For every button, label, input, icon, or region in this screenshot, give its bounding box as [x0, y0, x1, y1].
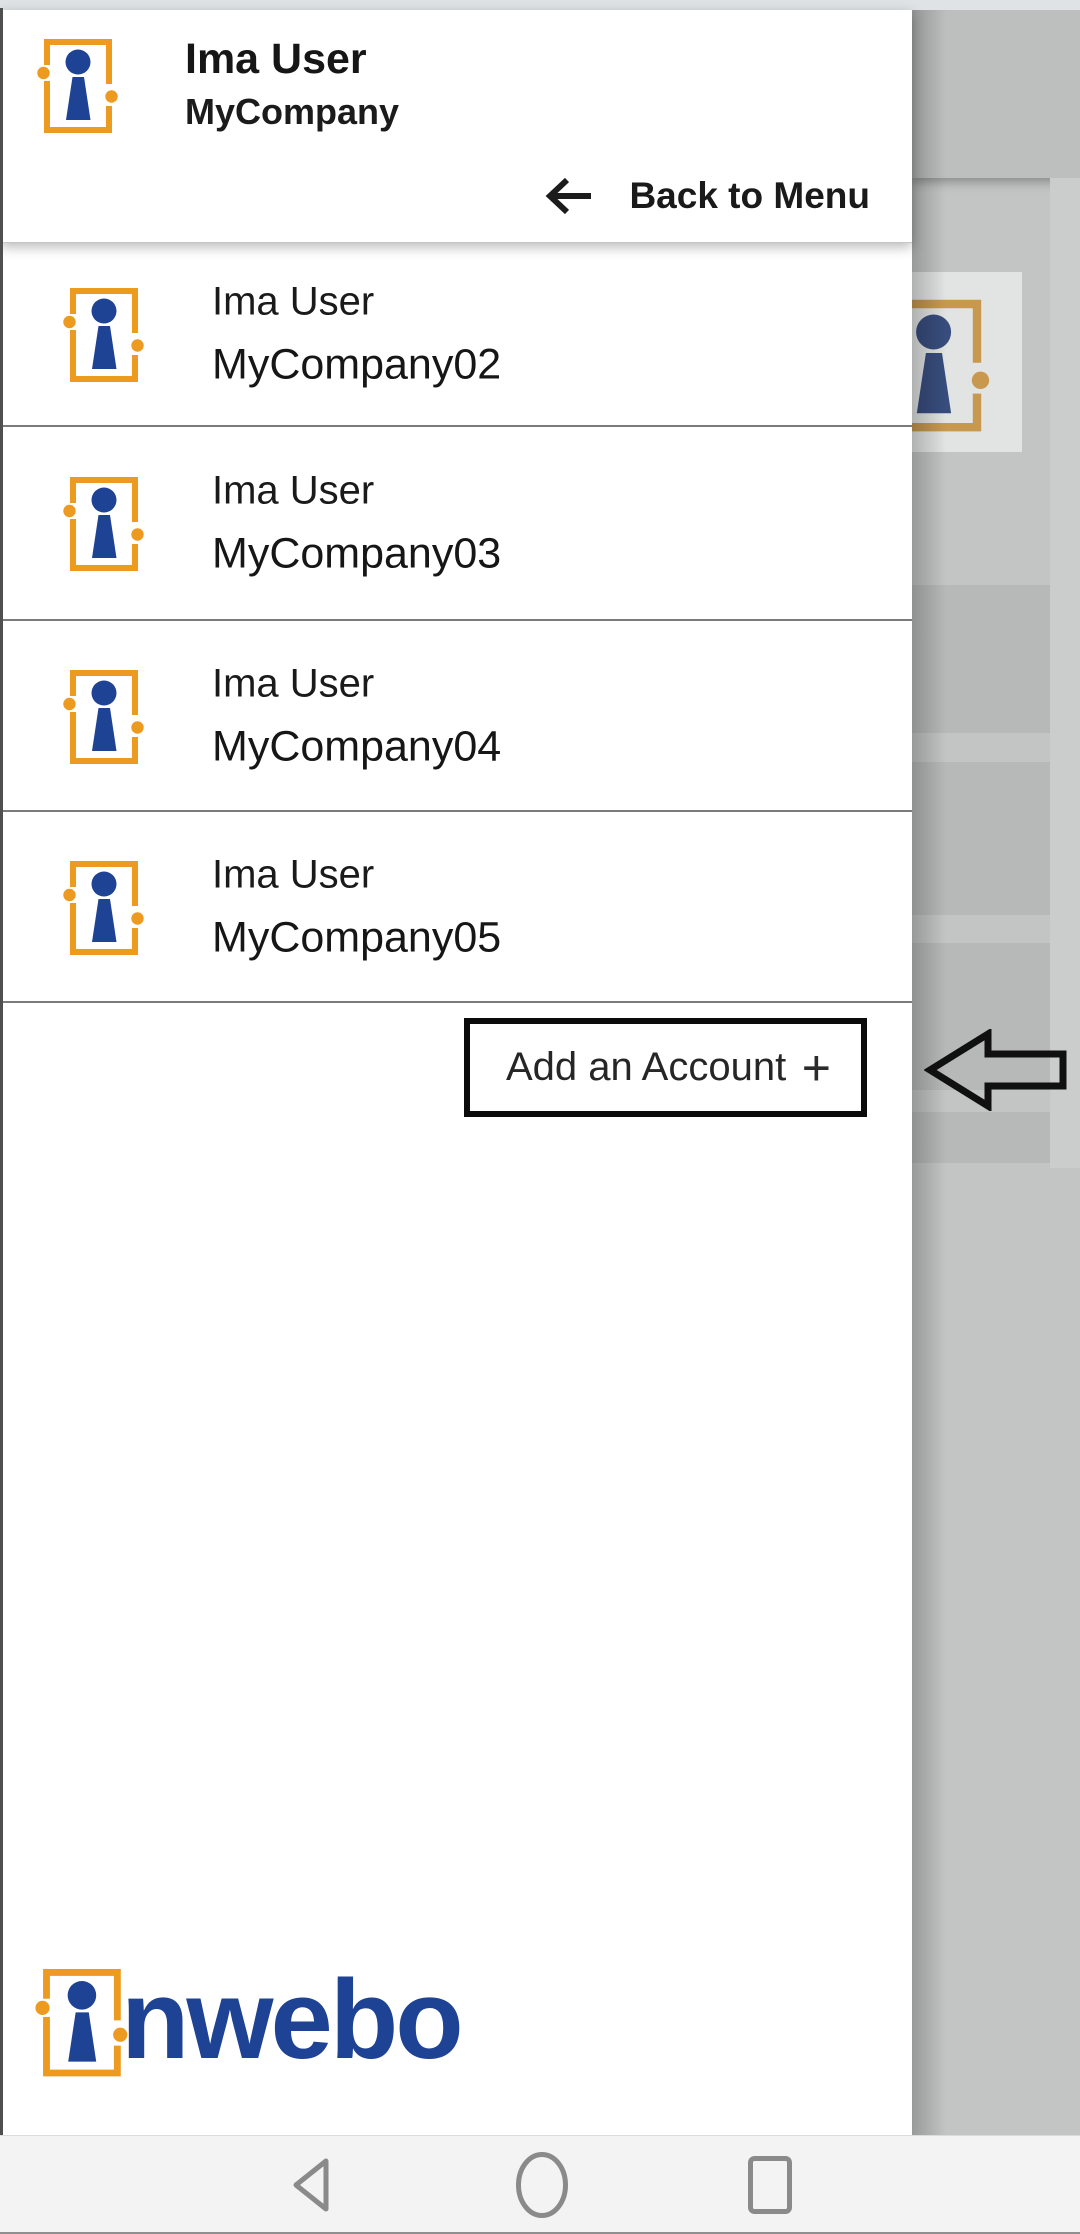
add-account-button[interactable]: Add an Account + — [464, 1018, 867, 1117]
inwebo-account-icon — [50, 854, 145, 959]
account-row[interactable]: Ima User MyCompany02 — [0, 242, 912, 427]
account-row-text: Ima User MyCompany02 — [212, 281, 501, 386]
current-account-name: MyCompany — [185, 92, 399, 132]
inwebo-account-icon — [50, 470, 145, 575]
account-company-name: MyCompany03 — [212, 533, 501, 576]
account-company-name: MyCompany04 — [212, 725, 501, 768]
account-company-name: MyCompany05 — [212, 916, 501, 959]
app-screen: Ima User MyCompany Back to Menu Ima User… — [0, 0, 1080, 2234]
inwebo-logo: nwebo — [0, 1950, 600, 2110]
account-row[interactable]: Ima User MyCompany03 — [0, 427, 912, 621]
inwebo-account-icon — [24, 32, 119, 137]
home-circle-icon — [514, 2150, 570, 2220]
inwebo-wordmark: nwebo — [121, 1964, 461, 2076]
account-row-text: Ima User MyCompany05 — [212, 854, 501, 959]
left-pointing-arrow-annotation — [924, 1029, 1068, 1111]
nav-home-button[interactable] — [514, 2150, 570, 2220]
inwebo-account-icon — [50, 663, 145, 768]
account-row[interactable]: Ima User MyCompany05 — [0, 812, 912, 1003]
back-triangle-icon — [289, 2156, 333, 2214]
plus-icon: + — [802, 1043, 831, 1093]
account-user-name: Ima User — [212, 281, 501, 321]
inwebo-logo-icon — [20, 1961, 129, 2081]
account-user-name: Ima User — [212, 471, 501, 511]
account-row-text: Ima User MyCompany03 — [212, 471, 501, 576]
nav-recents-button[interactable] — [746, 2154, 794, 2216]
inwebo-account-icon — [50, 281, 145, 386]
back-to-menu-label: Back to Menu — [629, 175, 870, 217]
back-to-menu-button[interactable]: Back to Menu — [545, 166, 870, 226]
account-user-name: Ima User — [212, 854, 501, 894]
android-nav-bar — [0, 2135, 1080, 2234]
account-list: Ima User MyCompany02 Ima User MyCompany0… — [0, 242, 912, 1003]
background-right-strip — [1050, 178, 1080, 1168]
account-company-name: MyCompany02 — [212, 343, 501, 386]
account-row-icon — [50, 663, 145, 768]
recents-square-icon — [746, 2154, 794, 2216]
current-account-header: Ima User MyCompany Back to Menu — [0, 10, 912, 243]
account-row-icon — [50, 470, 145, 575]
current-user-name: Ima User — [185, 36, 367, 83]
screen-left-edge — [0, 8, 3, 2135]
inwebo-account-icon — [20, 1961, 129, 2081]
add-account-label: Add an Account — [506, 1045, 802, 1090]
account-row-icon — [50, 854, 145, 959]
current-account-icon — [24, 32, 119, 137]
account-user-name: Ima User — [212, 663, 501, 703]
arrow-left-icon — [545, 175, 593, 217]
account-row[interactable]: Ima User MyCompany04 — [0, 621, 912, 812]
account-drawer: Ima User MyCompany Back to Menu Ima User… — [0, 10, 912, 2135]
account-row-icon — [50, 281, 145, 386]
account-row-text: Ima User MyCompany04 — [212, 663, 501, 768]
nav-back-button[interactable] — [289, 2156, 333, 2214]
